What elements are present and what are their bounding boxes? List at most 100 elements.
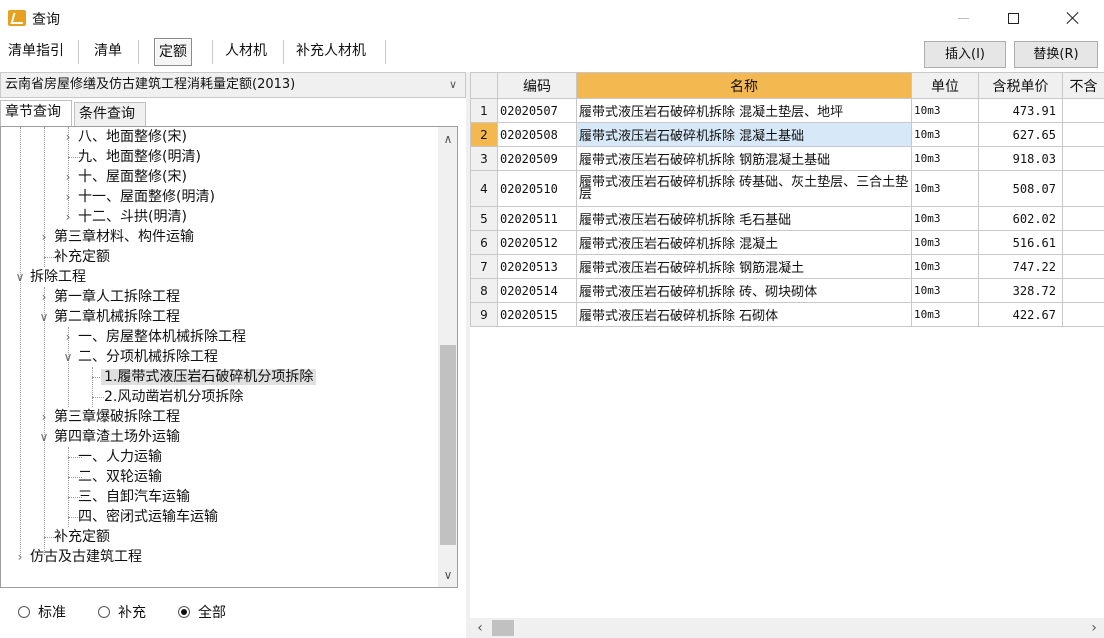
cell-name[interactable]: 履带式液压岩石破碎机拆除 混凝土垫层、地坪 <box>576 98 912 123</box>
scrollbar-thumb[interactable] <box>492 620 514 636</box>
cell-code[interactable]: 02020510 <box>497 170 577 207</box>
tab-quota[interactable]: 定额 <box>154 38 192 66</box>
cell-unit[interactable]: 10m3 <box>911 146 979 171</box>
tree-item[interactable]: ∨ 二、分项机械拆除工程 <box>61 347 221 367</box>
chevron-down-icon[interactable]: ∨ <box>37 427 51 447</box>
cell-unit[interactable]: 10m3 <box>911 278 979 303</box>
tree-item[interactable]: 2.风动凿岩机分项拆除 <box>101 387 246 407</box>
cell-tax-price[interactable]: 516.61 <box>978 230 1063 255</box>
cell-no-tax-price[interactable] <box>1062 254 1104 279</box>
row-index[interactable]: 6 <box>470 230 498 255</box>
radio-standard[interactable]: 标准 <box>18 602 66 624</box>
table-row[interactable]: 2 02020508 履带式液压岩石破碎机拆除 混凝土基础 10m3 627.65 <box>470 122 1104 147</box>
radio-supplement[interactable]: 补充 <box>98 602 146 624</box>
header-code[interactable]: 编码 <box>497 72 577 99</box>
chevron-right-icon[interactable]: › <box>61 127 75 147</box>
table-row[interactable]: 1 02020507 履带式液压岩石破碎机拆除 混凝土垫层、地坪 10m3 473.91 <box>470 98 1104 123</box>
cell-code[interactable]: 02020513 <box>497 254 577 279</box>
tab-chapter-query[interactable]: 章节查询 <box>0 100 72 126</box>
header-no-tax[interactable]: 不含 <box>1062 72 1104 99</box>
cell-tax-price[interactable]: 328.72 <box>978 278 1063 303</box>
table-row[interactable]: 7 02020513 履带式液压岩石破碎机拆除 钢筋混凝土 10m3 747.22 <box>470 254 1104 279</box>
tab-bill[interactable]: 清单 <box>90 38 126 66</box>
tree-item[interactable]: ∨ 第二章机械拆除工程 <box>37 307 183 327</box>
table-row[interactable]: 8 02020514 履带式液压岩石破碎机拆除 砖、砌块砌体 10m3 328.72 <box>470 278 1104 303</box>
cell-unit[interactable]: 10m3 <box>911 230 979 255</box>
chevron-right-icon[interactable]: › <box>61 187 75 207</box>
minimize-button[interactable] <box>940 0 986 36</box>
replace-button[interactable]: 替换(R) <box>1014 41 1098 68</box>
tree-item[interactable]: › 十二、斗拱(明清) <box>61 207 190 227</box>
chevron-down-icon[interactable]: ∨ <box>37 307 51 327</box>
tree-vertical-scrollbar[interactable]: ∧ ∨ <box>438 127 457 587</box>
cell-no-tax-price[interactable] <box>1062 98 1104 123</box>
row-index[interactable]: 3 <box>470 146 498 171</box>
tree-item[interactable]: ∨ 拆除工程 <box>13 267 89 287</box>
chevron-right-icon[interactable]: › <box>13 547 27 567</box>
cell-unit[interactable]: 10m3 <box>911 122 979 147</box>
cell-code[interactable]: 02020507 <box>497 98 577 123</box>
cell-name[interactable]: 履带式液压岩石破碎机拆除 石砌体 <box>576 302 912 327</box>
cell-tax-price[interactable]: 473.91 <box>978 98 1063 123</box>
tree-item[interactable]: › 第三章爆破拆除工程 <box>37 407 183 427</box>
maximize-button[interactable] <box>990 0 1036 36</box>
table-row[interactable]: 3 02020509 履带式液压岩石破碎机拆除 钢筋混凝土基础 10m3 918.03 <box>470 146 1104 171</box>
table-row[interactable]: 5 02020511 履带式液压岩石破碎机拆除 毛石基础 10m3 602.02 <box>470 206 1104 231</box>
row-index[interactable]: 5 <box>470 206 498 231</box>
row-index[interactable]: 2 <box>470 122 498 147</box>
cell-no-tax-price[interactable] <box>1062 170 1104 207</box>
row-index[interactable]: 7 <box>470 254 498 279</box>
chevron-right-icon[interactable]: › <box>61 167 75 187</box>
cell-unit[interactable]: 10m3 <box>911 170 979 207</box>
chevron-right-icon[interactable]: › <box>37 407 51 427</box>
tree-item[interactable]: ∨ 第四章渣土场外运输 <box>37 427 183 447</box>
insert-button[interactable]: 插入(I) <box>924 41 1006 68</box>
tree-item[interactable]: › 十、屋面整修(宋) <box>61 167 190 187</box>
radio-circle-selected[interactable] <box>178 606 190 618</box>
cell-code[interactable]: 02020515 <box>497 302 577 327</box>
radio-circle[interactable] <box>98 606 110 618</box>
cell-tax-price[interactable]: 508.07 <box>978 170 1063 207</box>
cell-code[interactable]: 02020508 <box>497 122 577 147</box>
cell-name[interactable]: 履带式液压岩石破碎机拆除 砖、砌块砌体 <box>576 278 912 303</box>
cell-no-tax-price[interactable] <box>1062 206 1104 231</box>
tab-supplement-materials[interactable]: 补充人材机 <box>292 38 370 66</box>
scrollbar-thumb[interactable] <box>440 345 456 545</box>
cell-name[interactable]: 履带式液压岩石破碎机拆除 钢筋混凝土基础 <box>576 146 912 171</box>
tab-condition-query[interactable]: 条件查询 <box>74 102 146 126</box>
cell-no-tax-price[interactable] <box>1062 278 1104 303</box>
cell-name[interactable]: 履带式液压岩石破碎机拆除 混凝土基础 <box>576 122 912 147</box>
cell-unit[interactable]: 10m3 <box>911 302 979 327</box>
cell-no-tax-price[interactable] <box>1062 302 1104 327</box>
tab-list-guide[interactable]: 清单指引 <box>4 38 68 66</box>
cell-tax-price[interactable]: 747.22 <box>978 254 1063 279</box>
tab-labor-materials[interactable]: 人材机 <box>221 38 271 66</box>
tree-item[interactable]: › 第三章材料、构件运输 <box>37 227 197 247</box>
chevron-up-icon[interactable]: ∧ <box>438 129 457 149</box>
cell-no-tax-price[interactable] <box>1062 146 1104 171</box>
cell-code[interactable]: 02020512 <box>497 230 577 255</box>
cell-unit[interactable]: 10m3 <box>911 98 979 123</box>
quota-library-select[interactable]: 云南省房屋修缮及仿古建筑工程消耗量定额(2013) ∨ <box>0 72 466 98</box>
tree-item[interactable]: 四、密闭式运输车运输 <box>75 507 221 527</box>
cell-code[interactable]: 02020514 <box>497 278 577 303</box>
header-tax-price[interactable]: 含税单价 <box>978 72 1063 99</box>
tree-item[interactable]: 补充定额 <box>51 527 113 547</box>
header-unit[interactable]: 单位 <box>911 72 979 99</box>
cell-no-tax-price[interactable] <box>1062 122 1104 147</box>
chevron-down-icon[interactable]: ∨ <box>13 267 27 287</box>
chevron-right-icon[interactable]: › <box>1084 618 1104 638</box>
tree-item-selected[interactable]: 1.履带式液压岩石破碎机分项拆除 <box>101 367 317 387</box>
tree-item[interactable]: 二、双轮运输 <box>75 467 165 487</box>
chevron-left-icon[interactable]: ‹ <box>470 618 490 638</box>
row-index[interactable]: 1 <box>470 98 498 123</box>
tree-item[interactable]: › 十一、屋面整修(明清) <box>61 187 218 207</box>
cell-tax-price[interactable]: 627.65 <box>978 122 1063 147</box>
tree-item[interactable]: › 一、房屋整体机械拆除工程 <box>61 327 249 347</box>
tree-item[interactable]: 三、自卸汽车运输 <box>75 487 193 507</box>
radio-all[interactable]: 全部 <box>178 602 226 624</box>
chevron-right-icon[interactable]: › <box>37 287 51 307</box>
radio-circle[interactable] <box>18 606 30 618</box>
tree-item[interactable]: 九、地面整修(明清) <box>75 147 204 167</box>
table-horizontal-scrollbar[interactable]: ‹ › <box>470 618 1104 638</box>
